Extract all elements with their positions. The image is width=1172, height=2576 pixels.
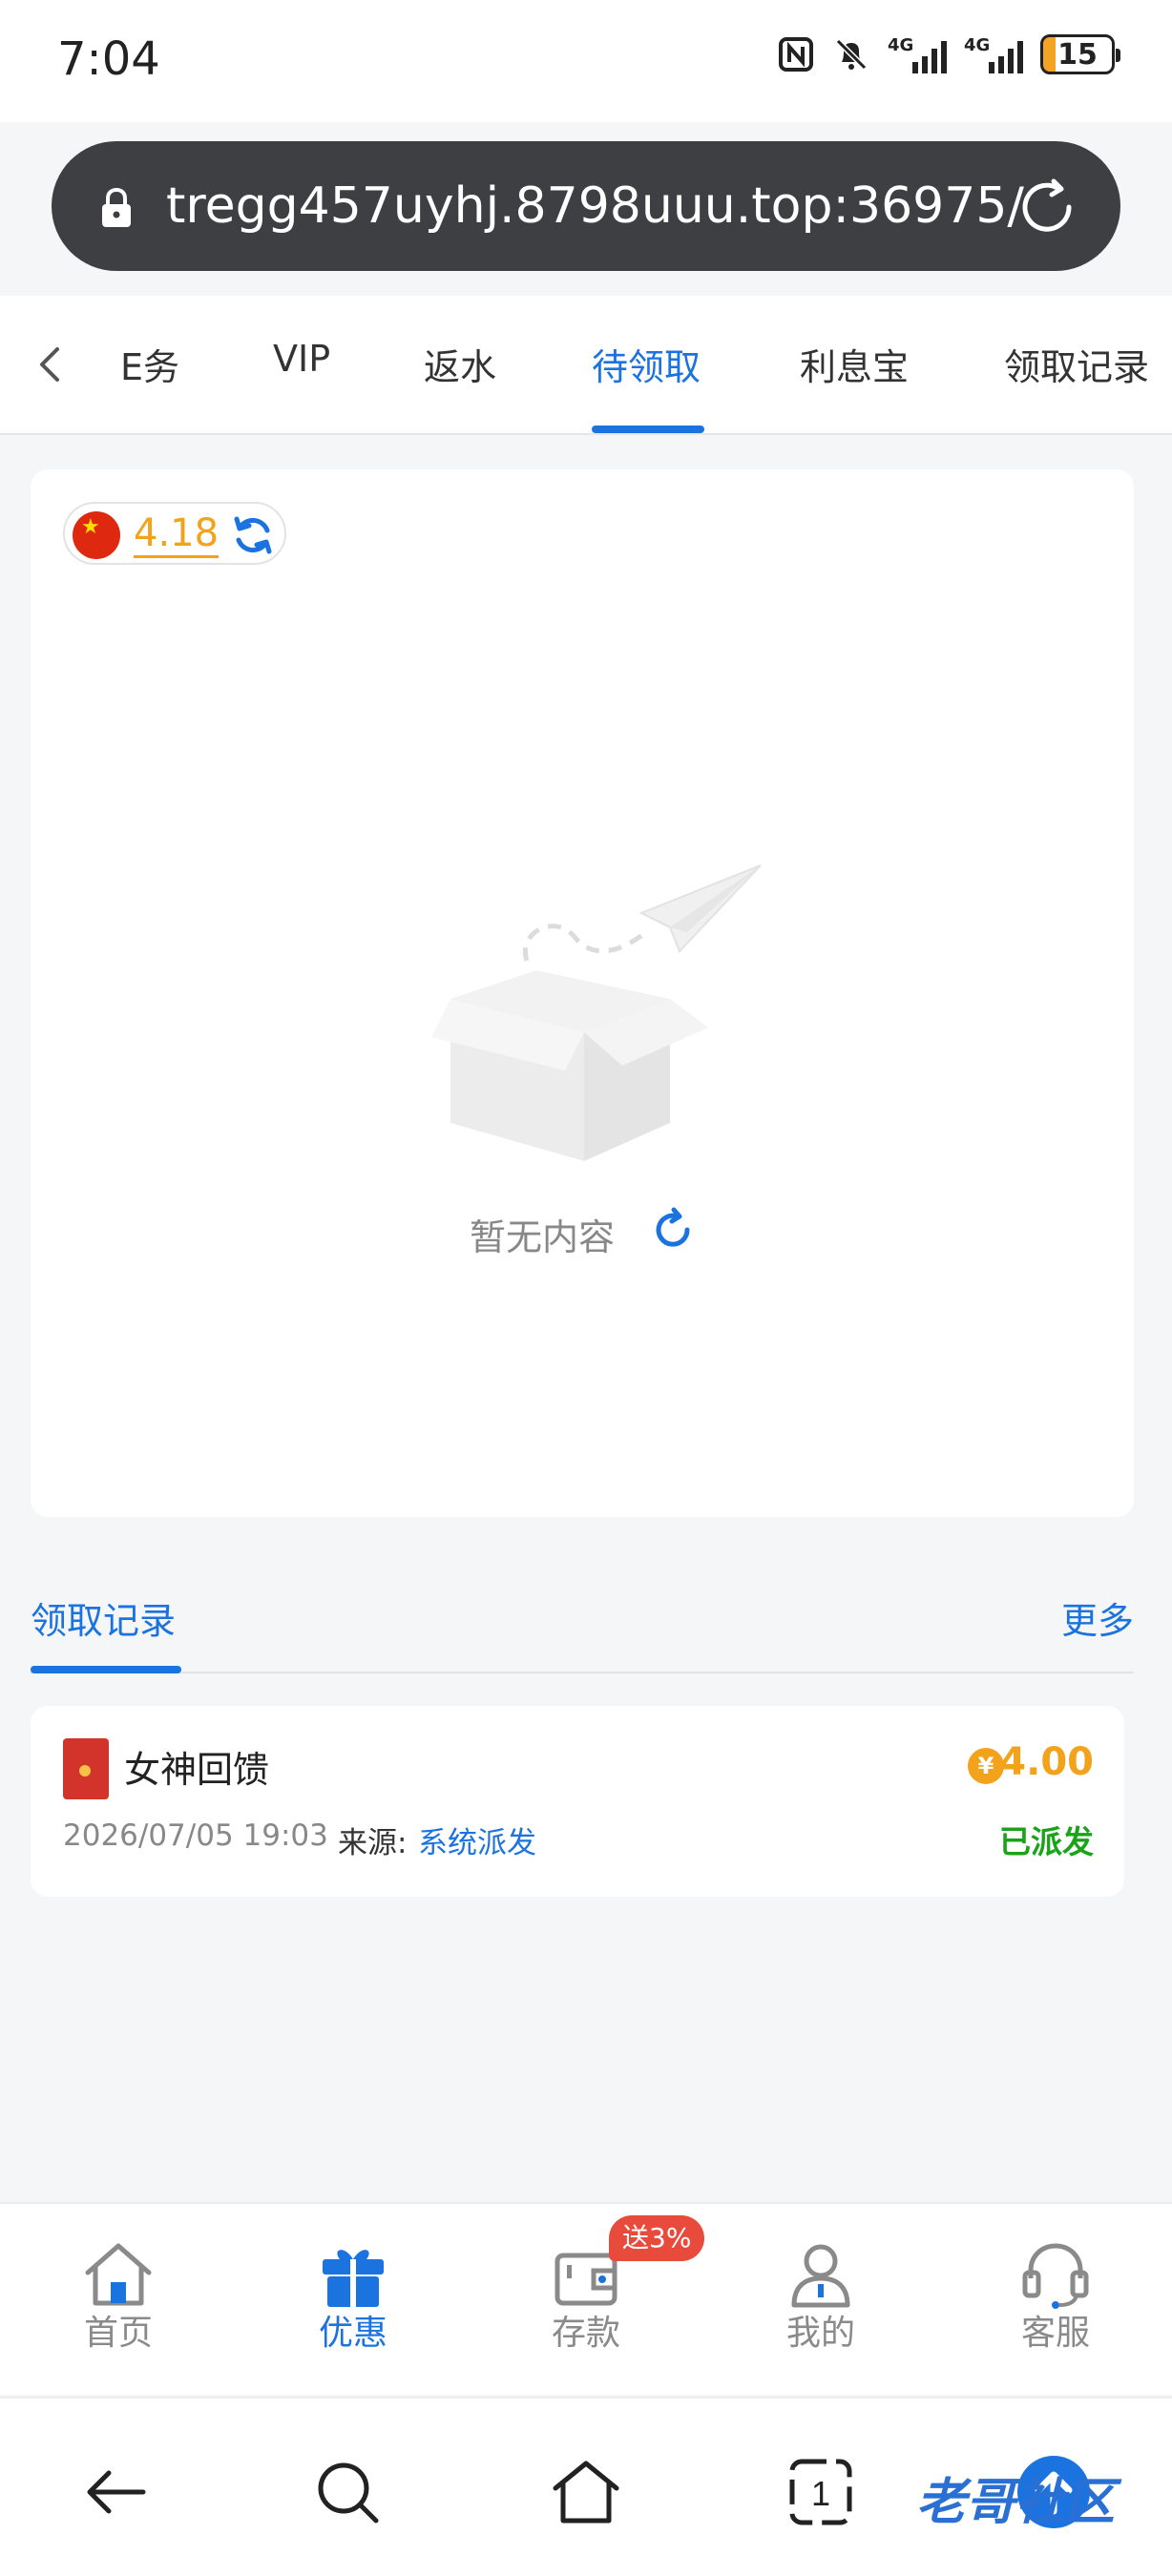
record-name: 女神回馈 <box>124 1749 270 1791</box>
red-envelope-icon <box>63 1738 109 1799</box>
empty-state-text: 暂无内容 <box>470 1216 616 1258</box>
signal-1-label: 4G <box>888 35 914 55</box>
deposit-promo-badge: 送3% <box>609 2215 705 2261</box>
records-more-link[interactable]: 更多 <box>1061 1591 1134 1644</box>
home-icon[interactable] <box>550 2456 622 2528</box>
battery-icon: 15 <box>1040 34 1120 74</box>
url-text[interactable]: tregg457uyhj.8798uuu.top:36975/ <box>166 176 1025 237</box>
gift-icon <box>323 2250 384 2307</box>
china-flag-icon <box>73 511 120 559</box>
record-date: 2026/07/05 19:03 <box>63 1818 328 1853</box>
battery-level: 15 <box>1057 37 1098 72</box>
balance-pill[interactable]: 4.18 <box>63 502 286 565</box>
tab-rebate[interactable]: 返水 <box>424 338 496 390</box>
active-tab-indicator <box>592 426 704 433</box>
pending-card: 4.18 暂无内容 <box>31 469 1134 1517</box>
record-source-value: 系统派发 <box>418 1826 536 1860</box>
status-time: 7:04 <box>57 32 160 86</box>
bottom-nav: 首页 优惠 存款 送3% 我的 客服 <box>0 2202 1172 2395</box>
tab-interest[interactable]: 利息宝 <box>800 338 909 390</box>
signal-icon-1: 4G <box>888 35 947 73</box>
record-source-label: 来源: <box>338 1826 408 1860</box>
status-bar: 7:04 4G 4G 15 <box>0 0 1172 122</box>
reload-icon[interactable] <box>649 1206 697 1254</box>
nav-profile-label: 我的 <box>785 2314 855 2353</box>
nfc-icon <box>779 37 813 72</box>
nav-deposit-label: 存款 <box>551 2314 620 2353</box>
tab-vip[interactable]: VIP <box>273 338 330 380</box>
nav-profile[interactable]: 我的 <box>744 2240 897 2355</box>
watermark-logo: 老哥社区 <box>916 2474 1116 2531</box>
nav-home[interactable]: 首页 <box>42 2240 195 2355</box>
svg-text:1: 1 <box>811 2474 830 2513</box>
mute-bell-icon <box>835 38 868 71</box>
records-title[interactable]: 领取记录 <box>31 1591 176 1644</box>
status-icons: 4G 4G 15 <box>777 34 1120 74</box>
nav-support[interactable]: 客服 <box>979 2240 1132 2355</box>
nav-support-label: 客服 <box>1020 2314 1090 2353</box>
signal-icon-2: 4G <box>964 35 1023 73</box>
empty-box-illustration <box>431 864 762 1161</box>
record-status: 已派发 <box>999 1823 1094 1860</box>
arrow-left-icon[interactable] <box>80 2456 153 2528</box>
search-icon[interactable] <box>311 2456 384 2528</box>
signal-2-label: 4G <box>964 35 991 55</box>
reload-icon[interactable] <box>1015 176 1078 239</box>
nav-home-label: 首页 <box>83 2314 153 2353</box>
record-item[interactable]: 女神回馈 ¥ 4.00 2026/07/05 19:03 来源: 系统派发 已派… <box>31 1706 1124 1897</box>
tab-claim-records[interactable]: 领取记录 <box>1004 338 1149 390</box>
records-divider <box>31 1672 1134 1673</box>
record-amount: 4.00 <box>999 1740 1094 1784</box>
home-icon <box>85 2243 152 2306</box>
tab-pending[interactable]: 待领取 <box>592 338 701 390</box>
tab-tasks[interactable]: E务 <box>120 338 179 390</box>
chevron-left-icon[interactable] <box>29 342 74 387</box>
user-icon <box>791 2244 850 2308</box>
refresh-icon[interactable] <box>229 511 277 559</box>
records-tab-indicator <box>31 1666 181 1673</box>
coin-icon: ¥ <box>968 1748 1004 1784</box>
nav-promotions[interactable]: 优惠 <box>277 2240 429 2355</box>
balance-value: 4.18 <box>134 511 220 558</box>
tabs-counter-icon[interactable]: 1 <box>785 2456 857 2528</box>
promo-tabs: E务 VIP 返水 待领取 利息宝 领取记录 <box>0 296 1172 435</box>
headset-icon <box>1022 2243 1089 2309</box>
lock-icon <box>102 187 131 227</box>
browser-url-bar[interactable]: tregg457uyhj.8798uuu.top:36975/ <box>52 141 1120 271</box>
nav-promotions-label: 优惠 <box>318 2314 387 2353</box>
